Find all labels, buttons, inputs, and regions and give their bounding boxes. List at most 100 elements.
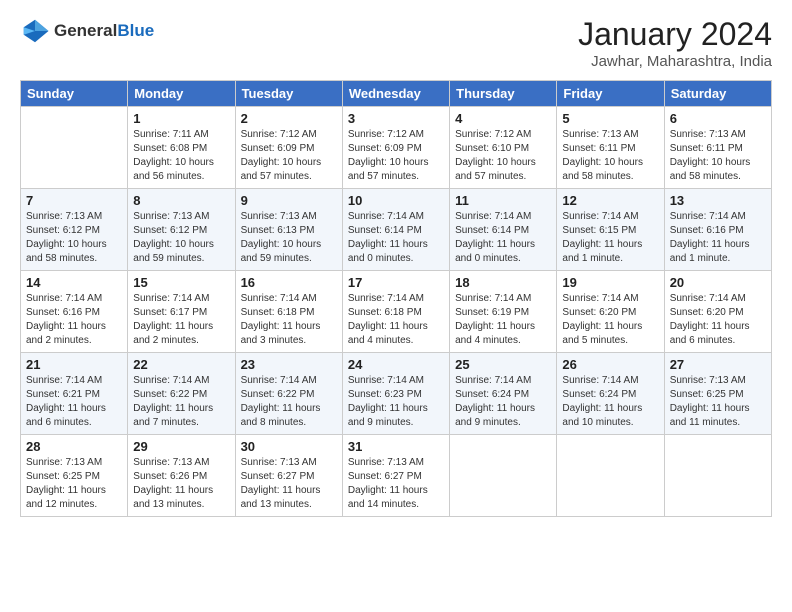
col-sunday: Sunday xyxy=(21,81,128,107)
day-number: 12 xyxy=(562,193,658,208)
day-number: 5 xyxy=(562,111,658,126)
day-info: Sunrise: 7:13 AM Sunset: 6:11 PM Dayligh… xyxy=(670,128,766,184)
day-info: Sunrise: 7:13 AM Sunset: 6:11 PM Dayligh… xyxy=(562,128,658,184)
table-row: 7 Sunrise: 7:13 AM Sunset: 6:12 PM Daylig… xyxy=(21,189,128,271)
day-info: Sunrise: 7:12 AM Sunset: 6:09 PM Dayligh… xyxy=(241,128,337,184)
table-row: 13 Sunrise: 7:14 AM Sunset: 6:16 PM Dayli… xyxy=(664,189,771,271)
day-info: Sunrise: 7:13 AM Sunset: 6:27 PM Dayligh… xyxy=(241,456,337,512)
day-number: 3 xyxy=(348,111,444,126)
day-info: Sunrise: 7:14 AM Sunset: 6:14 PM Dayligh… xyxy=(348,210,444,266)
day-info: Sunrise: 7:14 AM Sunset: 6:21 PM Dayligh… xyxy=(26,374,122,430)
table-row: 9 Sunrise: 7:13 AM Sunset: 6:13 PM Daylig… xyxy=(235,189,342,271)
day-info: Sunrise: 7:13 AM Sunset: 6:13 PM Dayligh… xyxy=(241,210,337,266)
table-row: 15Sunrise: 7:14 AM Sunset: 6:17 PM Dayli… xyxy=(128,271,235,353)
day-info: Sunrise: 7:13 AM Sunset: 6:12 PM Dayligh… xyxy=(26,210,122,266)
table-row: 26 Sunrise: 7:14 AM Sunset: 6:24 PM Dayli… xyxy=(557,353,664,435)
day-info: Sunrise: 7:13 AM Sunset: 6:26 PM Dayligh… xyxy=(133,456,229,512)
col-wednesday: Wednesday xyxy=(342,81,449,107)
day-number: 11 xyxy=(455,193,551,208)
table-row xyxy=(557,435,664,517)
day-info: Sunrise: 7:14 AM Sunset: 6:16 PM Dayligh… xyxy=(26,292,122,348)
calendar-table: Sunday Monday Tuesday Wednesday Thursday… xyxy=(20,80,772,517)
table-row: 24Sunrise: 7:14 AM Sunset: 6:23 PM Dayli… xyxy=(342,353,449,435)
calendar-week-row: 7 Sunrise: 7:13 AM Sunset: 6:12 PM Daylig… xyxy=(21,189,772,271)
day-number: 25 xyxy=(455,357,551,372)
table-row: 12 Sunrise: 7:14 AM Sunset: 6:15 PM Dayli… xyxy=(557,189,664,271)
month-title: January 2024 xyxy=(578,16,772,53)
calendar-week-row: 14 Sunrise: 7:14 AM Sunset: 6:16 PM Dayli… xyxy=(21,271,772,353)
day-info: Sunrise: 7:14 AM Sunset: 6:16 PM Dayligh… xyxy=(670,210,766,266)
day-info: Sunrise: 7:14 AM Sunset: 6:22 PM Dayligh… xyxy=(133,374,229,430)
table-row: 20Sunrise: 7:14 AM Sunset: 6:20 PM Dayli… xyxy=(664,271,771,353)
logo-icon xyxy=(20,16,50,46)
table-row xyxy=(21,107,128,189)
day-info: Sunrise: 7:13 AM Sunset: 6:27 PM Dayligh… xyxy=(348,456,444,512)
day-info: Sunrise: 7:14 AM Sunset: 6:19 PM Dayligh… xyxy=(455,292,551,348)
day-number: 31 xyxy=(348,439,444,454)
day-number: 24 xyxy=(348,357,444,372)
day-number: 1 xyxy=(133,111,229,126)
table-row xyxy=(664,435,771,517)
table-row: 16Sunrise: 7:14 AM Sunset: 6:18 PM Dayli… xyxy=(235,271,342,353)
day-number: 23 xyxy=(241,357,337,372)
logo: GeneralBlue xyxy=(20,16,154,46)
day-number: 27 xyxy=(670,357,766,372)
day-number: 14 xyxy=(26,275,122,290)
title-block: January 2024 Jawhar, Maharashtra, India xyxy=(578,16,772,70)
day-number: 21 xyxy=(26,357,122,372)
day-number: 17 xyxy=(348,275,444,290)
day-info: Sunrise: 7:11 AM Sunset: 6:08 PM Dayligh… xyxy=(133,128,229,184)
table-row: 31 Sunrise: 7:13 AM Sunset: 6:27 PM Dayli… xyxy=(342,435,449,517)
table-row: 21 Sunrise: 7:14 AM Sunset: 6:21 PM Dayli… xyxy=(21,353,128,435)
day-number: 26 xyxy=(562,357,658,372)
day-info: Sunrise: 7:14 AM Sunset: 6:24 PM Dayligh… xyxy=(562,374,658,430)
table-row: 19Sunrise: 7:14 AM Sunset: 6:20 PM Dayli… xyxy=(557,271,664,353)
day-number: 13 xyxy=(670,193,766,208)
table-row: 30Sunrise: 7:13 AM Sunset: 6:27 PM Dayli… xyxy=(235,435,342,517)
day-number: 6 xyxy=(670,111,766,126)
table-row: 2 Sunrise: 7:12 AM Sunset: 6:09 PM Daylig… xyxy=(235,107,342,189)
day-number: 10 xyxy=(348,193,444,208)
calendar-header-row: Sunday Monday Tuesday Wednesday Thursday… xyxy=(21,81,772,107)
day-number: 15 xyxy=(133,275,229,290)
table-row: 11 Sunrise: 7:14 AM Sunset: 6:14 PM Dayli… xyxy=(450,189,557,271)
day-number: 2 xyxy=(241,111,337,126)
day-number: 20 xyxy=(670,275,766,290)
day-info: Sunrise: 7:14 AM Sunset: 6:18 PM Dayligh… xyxy=(241,292,337,348)
logo-general: GeneralBlue xyxy=(54,21,154,41)
day-info: Sunrise: 7:14 AM Sunset: 6:14 PM Dayligh… xyxy=(455,210,551,266)
col-monday: Monday xyxy=(128,81,235,107)
calendar-week-row: 1 Sunrise: 7:11 AM Sunset: 6:08 PM Daylig… xyxy=(21,107,772,189)
table-row: 6 Sunrise: 7:13 AM Sunset: 6:11 PM Daylig… xyxy=(664,107,771,189)
day-info: Sunrise: 7:13 AM Sunset: 6:25 PM Dayligh… xyxy=(26,456,122,512)
day-number: 18 xyxy=(455,275,551,290)
table-row: 18 Sunrise: 7:14 AM Sunset: 6:19 PM Dayli… xyxy=(450,271,557,353)
day-number: 19 xyxy=(562,275,658,290)
table-row: 4Sunrise: 7:12 AM Sunset: 6:10 PM Daylig… xyxy=(450,107,557,189)
day-number: 4 xyxy=(455,111,551,126)
day-number: 28 xyxy=(26,439,122,454)
day-number: 29 xyxy=(133,439,229,454)
calendar-week-row: 21 Sunrise: 7:14 AM Sunset: 6:21 PM Dayli… xyxy=(21,353,772,435)
col-tuesday: Tuesday xyxy=(235,81,342,107)
table-row xyxy=(450,435,557,517)
table-row: 28 Sunrise: 7:13 AM Sunset: 6:25 PM Dayli… xyxy=(21,435,128,517)
location: Jawhar, Maharashtra, India xyxy=(578,53,772,70)
table-row: 29 Sunrise: 7:13 AM Sunset: 6:26 PM Dayli… xyxy=(128,435,235,517)
day-number: 9 xyxy=(241,193,337,208)
day-info: Sunrise: 7:14 AM Sunset: 6:15 PM Dayligh… xyxy=(562,210,658,266)
day-number: 7 xyxy=(26,193,122,208)
table-row: 10 Sunrise: 7:14 AM Sunset: 6:14 PM Dayli… xyxy=(342,189,449,271)
calendar-week-row: 28 Sunrise: 7:13 AM Sunset: 6:25 PM Dayli… xyxy=(21,435,772,517)
table-row: 23Sunrise: 7:14 AM Sunset: 6:22 PM Dayli… xyxy=(235,353,342,435)
header: GeneralBlue January 2024 Jawhar, Maharas… xyxy=(20,16,772,70)
col-saturday: Saturday xyxy=(664,81,771,107)
table-row: 14 Sunrise: 7:14 AM Sunset: 6:16 PM Dayli… xyxy=(21,271,128,353)
table-row: 25Sunrise: 7:14 AM Sunset: 6:24 PM Dayli… xyxy=(450,353,557,435)
table-row: 27Sunrise: 7:13 AM Sunset: 6:25 PM Dayli… xyxy=(664,353,771,435)
day-info: Sunrise: 7:13 AM Sunset: 6:12 PM Dayligh… xyxy=(133,210,229,266)
logo-text: GeneralBlue xyxy=(54,21,154,41)
table-row: 1 Sunrise: 7:11 AM Sunset: 6:08 PM Daylig… xyxy=(128,107,235,189)
day-info: Sunrise: 7:14 AM Sunset: 6:18 PM Dayligh… xyxy=(348,292,444,348)
page: GeneralBlue January 2024 Jawhar, Maharas… xyxy=(0,0,792,533)
